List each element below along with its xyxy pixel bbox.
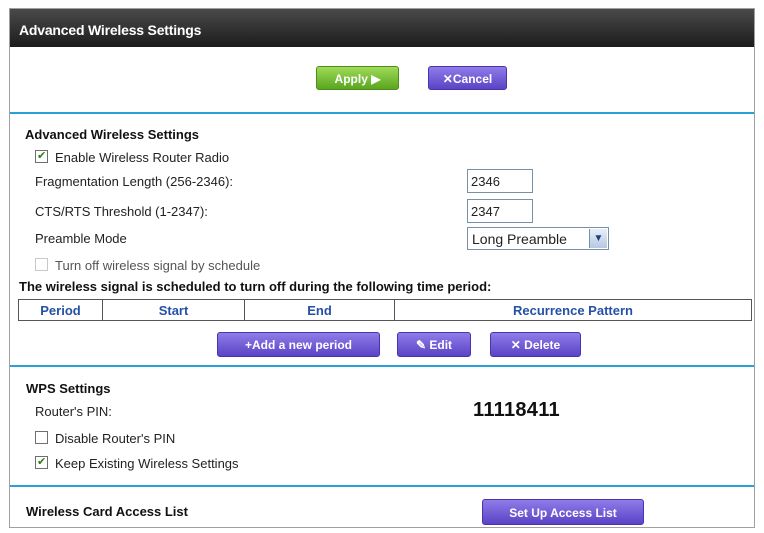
chevron-down-icon: ▼	[589, 229, 607, 248]
enable-radio-label: Enable Wireless Router Radio	[55, 150, 230, 165]
advanced-settings-heading: Advanced Wireless Settings	[25, 127, 199, 142]
section-divider	[10, 485, 754, 487]
preamble-mode-value: Long Preamble	[472, 231, 567, 247]
schedule-table: Period Start End Recurrence Pattern	[18, 299, 752, 321]
cancel-button[interactable]: ✕Cancel	[428, 66, 507, 90]
add-period-button[interactable]: +Add a new period	[217, 332, 380, 357]
table-header-row: Period Start End Recurrence Pattern	[18, 299, 752, 321]
access-list-heading: Wireless Card Access List	[26, 504, 188, 519]
pencil-icon: ✎	[415, 338, 430, 352]
fragmentation-length-label: Fragmentation Length (256-2346):	[35, 174, 234, 189]
column-end: End	[244, 299, 395, 321]
disable-pin-checkbox[interactable]	[35, 431, 48, 444]
keep-existing-label: Keep Existing Wireless Settings	[55, 456, 239, 471]
column-recurrence: Recurrence Pattern	[394, 299, 752, 321]
column-start: Start	[102, 299, 245, 321]
settings-panel: Advanced Wireless Settings Apply ▶ ✕Canc…	[9, 8, 755, 528]
wps-settings-heading: WPS Settings	[26, 381, 111, 396]
preamble-mode-label: Preamble Mode	[35, 231, 127, 246]
keep-existing-checkbox[interactable]	[35, 455, 48, 469]
page-title: Advanced Wireless Settings	[10, 9, 754, 47]
router-pin-label: Router's PIN:	[35, 404, 112, 419]
cts-rts-threshold-input[interactable]: 2347	[467, 199, 533, 223]
edit-label: Edit	[429, 338, 453, 352]
apply-button[interactable]: Apply ▶	[316, 66, 399, 90]
preamble-mode-select[interactable]: Long Preamble ▼	[467, 227, 609, 250]
section-divider	[10, 112, 754, 114]
router-pin-value: 11118411	[473, 399, 560, 421]
set-up-access-list-button[interactable]: Set Up Access List	[482, 499, 644, 525]
delete-button[interactable]: ✕ Delete	[490, 332, 581, 357]
schedule-checkbox[interactable]	[35, 258, 48, 271]
fragmentation-length-input[interactable]: 2346	[467, 169, 533, 193]
disable-pin-label: Disable Router's PIN	[55, 431, 176, 446]
enable-radio-checkbox[interactable]	[35, 149, 48, 163]
schedule-note: The wireless signal is scheduled to turn…	[19, 279, 492, 294]
column-period: Period	[18, 299, 103, 321]
cts-rts-threshold-label: CTS/RTS Threshold (1-2347):	[35, 204, 208, 219]
section-divider	[10, 365, 754, 367]
schedule-label: Turn off wireless signal by schedule	[55, 258, 261, 273]
edit-button[interactable]: ✎ Edit	[397, 332, 471, 357]
